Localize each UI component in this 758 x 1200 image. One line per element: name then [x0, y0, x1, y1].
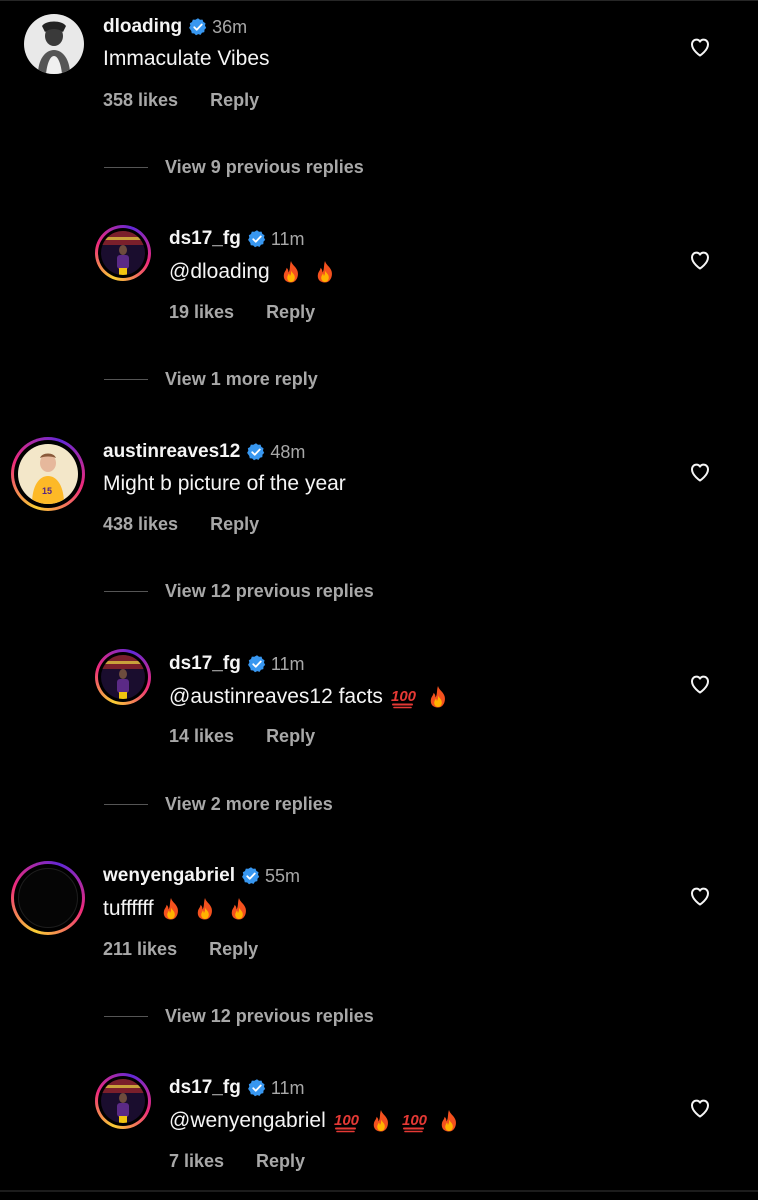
- fire-emoji-icon: [368, 1108, 394, 1134]
- reply-button[interactable]: Reply: [209, 939, 258, 960]
- view-previous-replies[interactable]: View 12 previous replies: [104, 581, 374, 602]
- comment-text: @dloading: [169, 259, 338, 285]
- username[interactable]: ds17_fg: [169, 1077, 241, 1099]
- likes-count[interactable]: 358 likes: [103, 90, 178, 111]
- likes-count[interactable]: 7 likes: [169, 1151, 224, 1172]
- comment-body[interactable]: @austinreaves12 facts: [169, 685, 383, 709]
- divider-line: [104, 591, 148, 592]
- divider-line: [104, 1016, 148, 1017]
- comment-text: @austinreaves12 facts: [169, 684, 451, 710]
- timestamp: 55m: [265, 865, 301, 886]
- comment-text: Might b picture of the year: [103, 472, 346, 496]
- view-more-replies[interactable]: View 1 more reply: [104, 369, 318, 390]
- view-replies-label[interactable]: View 12 previous replies: [165, 581, 374, 602]
- likes-count[interactable]: 438 likes: [103, 514, 178, 535]
- divider-line: [104, 804, 148, 805]
- reply-button[interactable]: Reply: [210, 90, 259, 111]
- comment-text: @wenyengabriel: [169, 1108, 462, 1134]
- view-more-replies[interactable]: View 2 more replies: [104, 794, 333, 815]
- divider-line: [104, 379, 148, 380]
- heart-icon[interactable]: [688, 672, 712, 696]
- avatar[interactable]: [101, 231, 145, 275]
- verified-badge-icon: [247, 229, 267, 249]
- reply-button[interactable]: Reply: [266, 726, 315, 747]
- divider-line: [104, 167, 148, 168]
- timestamp: 48m: [270, 441, 306, 462]
- reply-button[interactable]: Reply: [210, 514, 259, 535]
- view-previous-replies[interactable]: View 12 previous replies: [104, 1006, 374, 1027]
- likes-count[interactable]: 211 likes: [103, 939, 177, 960]
- fire-emoji-icon: [312, 259, 338, 285]
- comment-body: tuffffff: [103, 897, 154, 920]
- fire-emoji-icon: [425, 684, 451, 710]
- verified-badge-icon: [247, 654, 267, 674]
- username[interactable]: ds17_fg: [169, 228, 241, 250]
- timestamp: 11m: [270, 653, 305, 674]
- timestamp: 11m: [270, 228, 305, 249]
- hundred-emoji-icon: [334, 1108, 360, 1134]
- fire-emoji-icon: [436, 1108, 462, 1134]
- username[interactable]: wenyengabriel: [103, 865, 235, 887]
- comment-text: Immaculate Vibes: [103, 47, 270, 71]
- avatar[interactable]: 15: [18, 444, 78, 504]
- fire-emoji-icon: [158, 896, 184, 922]
- view-replies-label[interactable]: View 12 previous replies: [165, 1006, 374, 1027]
- svg-text:15: 15: [42, 486, 52, 496]
- view-previous-replies[interactable]: View 9 previous replies: [104, 157, 364, 178]
- heart-icon[interactable]: [688, 35, 712, 59]
- verified-badge-icon: [246, 442, 266, 462]
- comment-body: Immaculate Vibes: [103, 47, 270, 70]
- heart-icon[interactable]: [688, 1096, 712, 1120]
- avatar[interactable]: [24, 14, 84, 74]
- view-replies-label[interactable]: View 2 more replies: [165, 794, 333, 815]
- fire-emoji-icon: [278, 259, 304, 285]
- fire-emoji-icon: [226, 896, 252, 922]
- avatar[interactable]: [101, 1079, 145, 1123]
- timestamp: 36m: [212, 16, 248, 37]
- username[interactable]: austinreaves12: [103, 441, 240, 463]
- heart-icon[interactable]: [688, 248, 712, 272]
- timestamp: 11m: [270, 1077, 305, 1098]
- verified-badge-icon: [188, 17, 208, 37]
- bottom-divider: [0, 1190, 758, 1192]
- view-replies-label[interactable]: View 9 previous replies: [165, 157, 364, 178]
- avatar[interactable]: [18, 868, 78, 928]
- heart-icon[interactable]: [688, 460, 712, 484]
- comment-text: tuffffff: [103, 896, 252, 922]
- verified-badge-icon: [241, 866, 261, 886]
- verified-badge-icon: [247, 1078, 267, 1098]
- fire-emoji-icon: [192, 896, 218, 922]
- reply-button[interactable]: Reply: [256, 1151, 305, 1172]
- view-replies-label[interactable]: View 1 more reply: [165, 369, 318, 390]
- likes-count[interactable]: 19 likes: [169, 302, 234, 323]
- top-divider: [0, 0, 758, 1]
- comment-body: Might b picture of the year: [103, 472, 346, 495]
- username[interactable]: ds17_fg: [169, 653, 241, 675]
- heart-icon[interactable]: [688, 884, 712, 908]
- comment-body[interactable]: @wenyengabriel: [169, 1109, 326, 1133]
- hundred-emoji-icon: [402, 1108, 428, 1134]
- reply-button[interactable]: Reply: [266, 302, 315, 323]
- hundred-emoji-icon: [391, 684, 417, 710]
- username[interactable]: dloading: [103, 16, 182, 38]
- comment-body[interactable]: @dloading: [169, 260, 270, 284]
- likes-count[interactable]: 14 likes: [169, 726, 234, 747]
- avatar[interactable]: [101, 655, 145, 699]
